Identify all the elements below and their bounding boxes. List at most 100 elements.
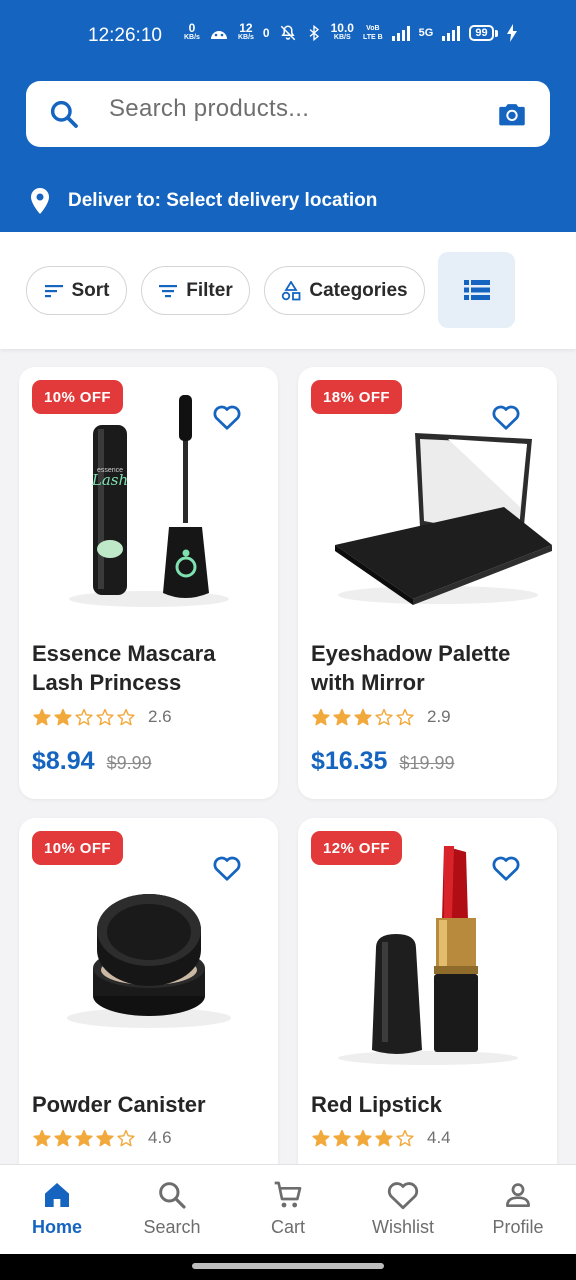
star-icon xyxy=(312,1129,330,1146)
network-type: 5G xyxy=(418,27,434,39)
product-rating: 4.6 xyxy=(32,1128,172,1148)
current-price: $16.35 xyxy=(311,747,388,775)
wishlist-heart-icon[interactable] xyxy=(491,403,521,431)
product-name: Essence Mascara Lash Princess xyxy=(32,641,216,695)
signal-icon-2 xyxy=(442,25,461,41)
charging-icon xyxy=(506,24,517,42)
star-icon xyxy=(312,708,330,725)
wishlist-heart-icon[interactable] xyxy=(212,403,242,431)
person-icon xyxy=(506,1183,530,1207)
rating-value: 2.6 xyxy=(148,707,172,726)
location-pin-icon xyxy=(31,188,49,214)
search-icon xyxy=(159,1182,186,1209)
star-icon xyxy=(375,708,393,725)
nav-label: Profile xyxy=(492,1217,544,1237)
wishlist-heart-icon[interactable] xyxy=(491,854,521,882)
star-icon xyxy=(117,1129,135,1146)
filter-icon xyxy=(159,284,178,297)
bluetooth-icon xyxy=(309,24,319,42)
rating-stars xyxy=(311,1129,416,1148)
star-icon xyxy=(354,708,372,725)
nav-home[interactable]: Home xyxy=(2,1179,112,1238)
product-price: $8.94 $9.99 xyxy=(32,747,152,776)
rating-stars xyxy=(32,708,137,727)
search-input[interactable]: Search products... xyxy=(109,95,309,123)
rating-stars xyxy=(311,708,416,727)
mute-icon xyxy=(280,25,295,41)
product-rating: 2.6 xyxy=(32,707,172,727)
nav-search[interactable]: Search xyxy=(117,1179,227,1238)
star-icon xyxy=(117,708,135,725)
rating-value: 4.6 xyxy=(148,1128,172,1147)
star-icon xyxy=(96,708,114,725)
rating-value: 4.4 xyxy=(427,1128,451,1147)
star-icon xyxy=(375,1129,393,1146)
current-price: $8.94 xyxy=(32,747,95,775)
product-card[interactable]: 12% OFF Red Lipstick 4.4 xyxy=(298,818,557,1178)
discount-badge: 18% OFF xyxy=(311,380,402,414)
sort-label: Sort xyxy=(71,279,110,301)
nav-cart[interactable]: Cart xyxy=(233,1179,343,1238)
discount-badge: 10% OFF xyxy=(32,831,123,865)
net-speed-2: 12 KB/s xyxy=(237,21,254,41)
filter-button[interactable]: Filter xyxy=(141,266,250,315)
nav-label: Home xyxy=(31,1217,82,1237)
rating-stars xyxy=(32,1129,137,1148)
star-icon xyxy=(75,708,93,725)
home-indicator[interactable] xyxy=(192,1263,384,1269)
home-icon xyxy=(45,1183,69,1207)
star-icon xyxy=(54,1129,72,1146)
categories-label: Categories xyxy=(309,279,408,301)
delivery-label: Deliver to: Select delivery location xyxy=(68,190,378,211)
product-card[interactable]: 18% OFF Eyeshadow Palette with Mirror 2.… xyxy=(298,367,557,799)
gesture-bar xyxy=(0,1254,576,1280)
product-card[interactable]: Lash essence 10% OFF Essence Mascara Las… xyxy=(19,367,278,799)
wishlist-heart-icon[interactable] xyxy=(212,854,242,882)
product-name: Powder Canister xyxy=(32,1092,206,1117)
star-icon xyxy=(75,1129,93,1146)
product-name: Eyeshadow Palette with Mirror xyxy=(311,641,511,695)
net-speed-1: 0 KB/s xyxy=(184,21,200,41)
star-icon xyxy=(33,708,51,725)
status-time: 12:26:10 xyxy=(88,25,162,46)
star-icon xyxy=(396,708,414,725)
categories-button[interactable]: Categories xyxy=(264,266,425,315)
delivery-location[interactable]: Deliver to: Select delivery location xyxy=(30,188,377,214)
rating-value: 2.9 xyxy=(427,707,451,726)
bottom-navigation: Home Search Cart Wishlist Profile xyxy=(0,1164,576,1254)
svg-text:essence: essence xyxy=(97,467,123,474)
discount-badge: 10% OFF xyxy=(32,380,123,414)
sort-button[interactable]: Sort xyxy=(26,266,127,315)
star-icon xyxy=(354,1129,372,1146)
nav-wishlist[interactable]: Wishlist xyxy=(348,1179,458,1238)
star-icon xyxy=(333,708,351,725)
star-icon xyxy=(396,1129,414,1146)
star-icon xyxy=(96,1129,114,1146)
nav-label: Wishlist xyxy=(372,1217,434,1237)
list-view-icon xyxy=(463,280,490,300)
list-view-button[interactable] xyxy=(438,252,515,328)
nav-label: Search xyxy=(143,1217,201,1237)
camera-icon[interactable] xyxy=(495,97,529,131)
discount-badge: 12% OFF xyxy=(311,831,402,865)
search-bar[interactable]: Search products... xyxy=(26,81,550,147)
battery-icon: 99 xyxy=(469,25,498,41)
status-icons: 0 KB/s 12 KB/s 0 10.0 KB/S VoB LTE B 5G 99 xyxy=(184,21,517,42)
product-rating: 4.4 xyxy=(311,1128,451,1148)
search-icon xyxy=(50,100,78,128)
net-speed-3: 0 xyxy=(262,26,270,40)
product-name: Red Lipstick xyxy=(311,1092,442,1117)
sort-icon xyxy=(44,284,63,297)
product-card[interactable]: 10% OFF Powder Canister 4.6 xyxy=(19,818,278,1178)
net-speed-4: 10.0 KB/S xyxy=(330,21,354,41)
android-icon xyxy=(210,31,227,39)
heart-icon xyxy=(387,1182,419,1210)
nav-profile[interactable]: Profile xyxy=(463,1179,573,1238)
original-price: $9.99 xyxy=(106,753,152,773)
categories-icon xyxy=(282,280,301,300)
volte-indicator: VoB LTE B xyxy=(362,25,383,41)
app-header: 12:26:10 0 KB/s 12 KB/s 0 10.0 KB/S VoB LTE … xyxy=(0,0,576,232)
star-icon xyxy=(54,708,72,725)
cart-icon xyxy=(274,1181,302,1208)
product-price: $16.35 $19.99 xyxy=(311,747,455,776)
